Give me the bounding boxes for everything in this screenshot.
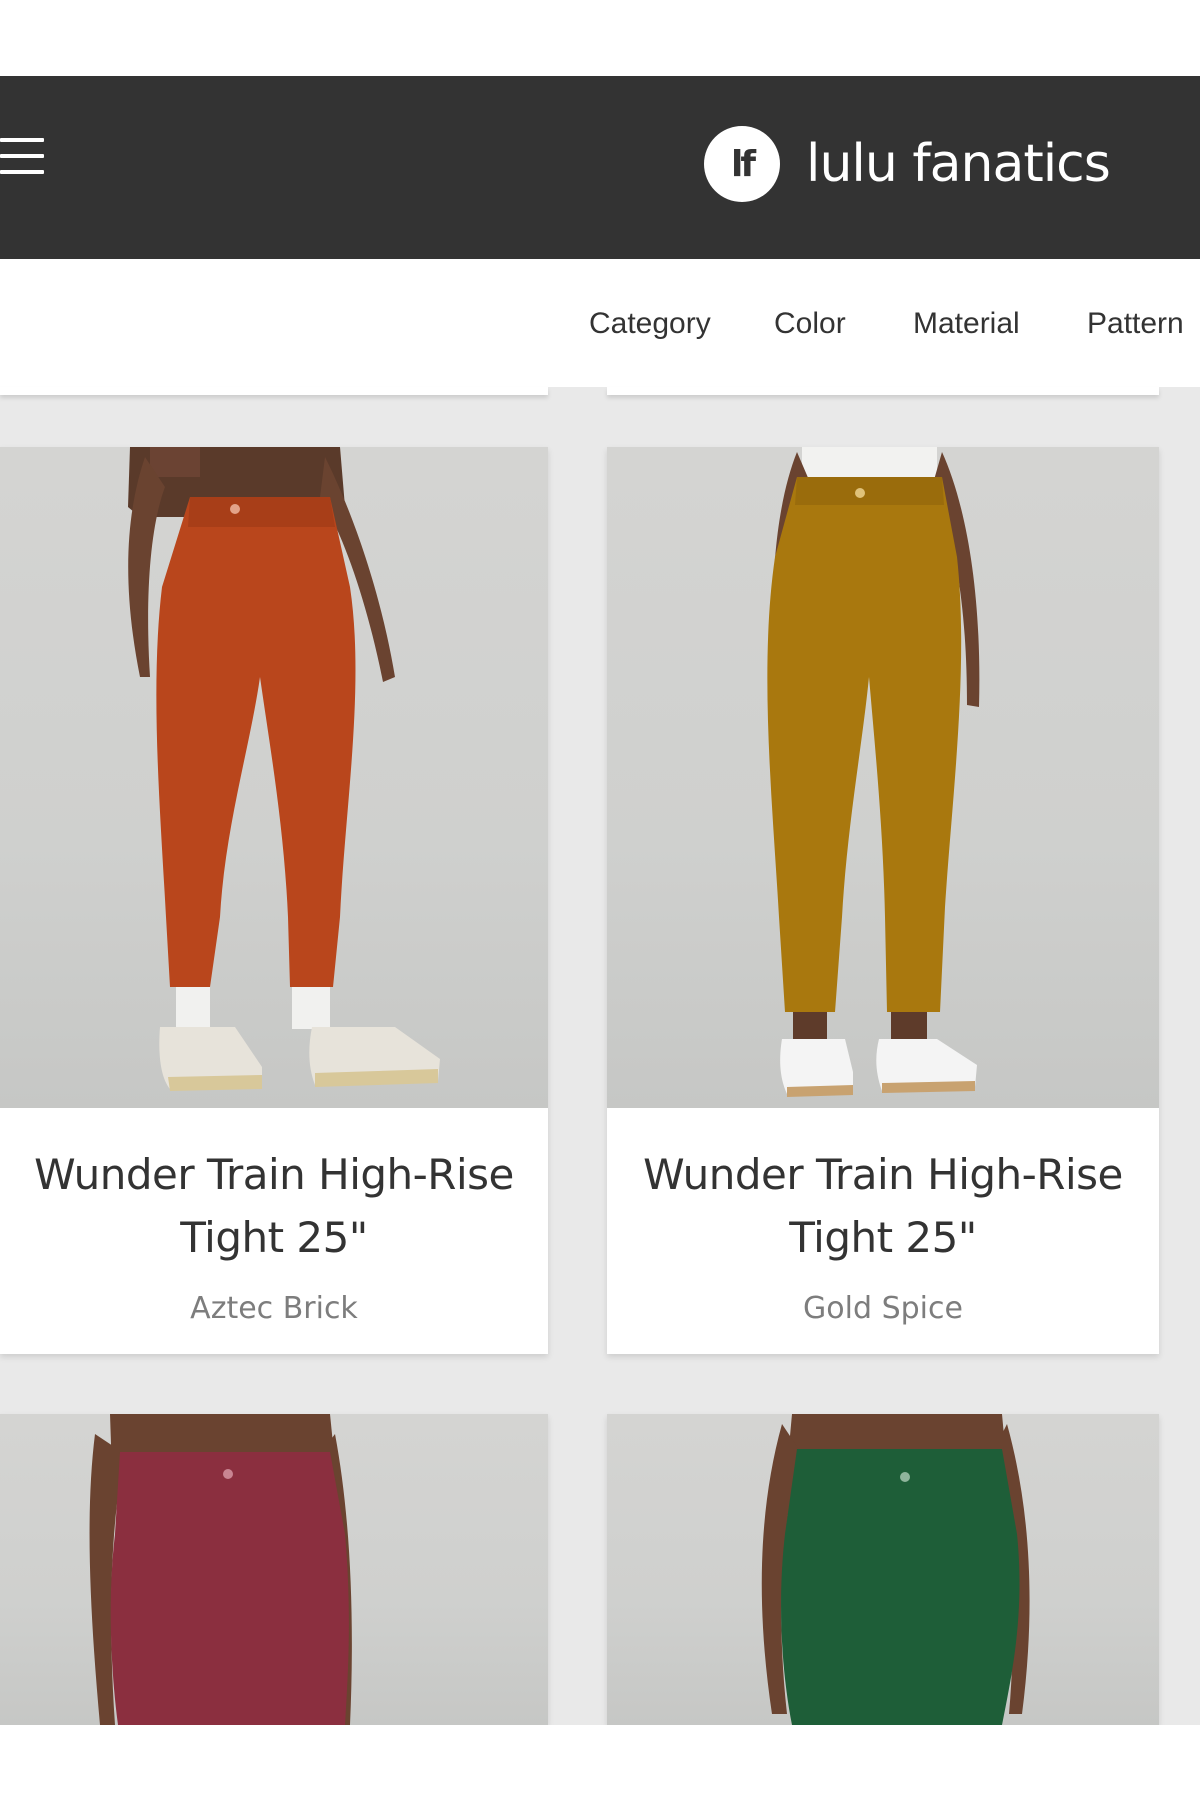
product-color-name: Gold Spice: [803, 1291, 963, 1326]
product-image: [0, 447, 548, 1108]
logo-badge: lf: [704, 126, 780, 202]
hamburger-menu-icon[interactable]: [0, 138, 46, 178]
previous-card-edge: [607, 387, 1159, 395]
product-title-line2: Tight 25": [180, 1213, 368, 1262]
product-image: [0, 1414, 548, 1725]
product-image: [607, 447, 1159, 1108]
filter-bar: Category Color Material Pattern: [0, 259, 1200, 387]
site-logo[interactable]: lf lulu fanatics: [704, 124, 1111, 204]
previous-card-edge: [0, 387, 548, 395]
site-header: lf lulu fanatics: [0, 76, 1200, 259]
product-card[interactable]: [607, 1414, 1159, 1725]
filter-material[interactable]: Material: [913, 307, 1020, 341]
legging-shape: [156, 497, 356, 987]
product-title-line1: Wunder Train High-Rise: [643, 1150, 1123, 1199]
product-title-line1: Wunder Train High-Rise: [34, 1150, 514, 1199]
filter-pattern[interactable]: Pattern: [1087, 307, 1184, 341]
site-name: lulu fanatics: [806, 134, 1111, 194]
product-image: [607, 1414, 1159, 1725]
legging-shape: [110, 1452, 349, 1725]
product-card[interactable]: Wunder Train High-Rise Tight 25" Gold Sp…: [607, 447, 1159, 1354]
product-card[interactable]: Wunder Train High-Rise Tight 25" Aztec B…: [0, 447, 548, 1354]
filter-color[interactable]: Color: [774, 307, 846, 341]
product-title-line2: Tight 25": [789, 1213, 977, 1262]
legging-shape: [767, 477, 962, 1012]
product-card[interactable]: [0, 1414, 548, 1725]
page-bottom: [0, 1725, 1200, 1800]
filter-category[interactable]: Category: [589, 307, 711, 341]
legging-shape: [781, 1449, 1020, 1725]
product-color-name: Aztec Brick: [190, 1291, 358, 1326]
